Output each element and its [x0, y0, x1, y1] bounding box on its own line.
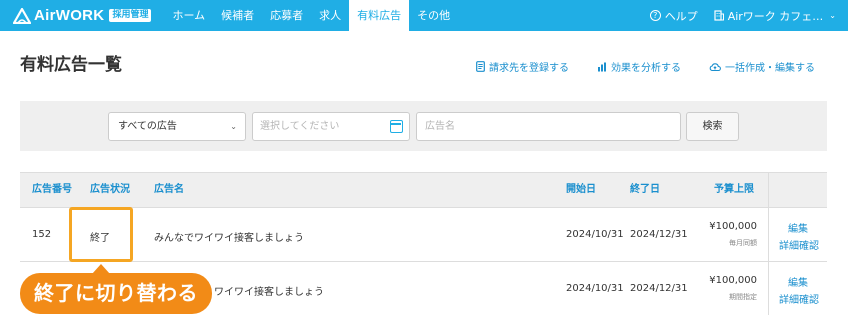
- ad-start-date: 2024/10/31: [566, 283, 624, 294]
- column-divider: [768, 173, 769, 207]
- ad-type-select-value: すべての広告: [118, 121, 177, 132]
- page-actions: 請求先を登録する 効果を分析する 一括作成・編集する: [448, 59, 815, 74]
- account-menu[interactable]: Airワーク カフェ… ⌄: [714, 8, 836, 24]
- table-header: 広告番号 広告状況 広告名 開始日 終了日 予算上限: [20, 172, 827, 207]
- nav-item-home[interactable]: ホーム: [164, 0, 213, 31]
- nav-item-candidates[interactable]: 候補者: [213, 0, 262, 31]
- ad-budget-type: 期間指定: [729, 293, 757, 301]
- analyze-effect-link[interactable]: 効果を分析する: [597, 59, 681, 74]
- header-right: ? ヘルプ Airワーク カフェ… ⌄: [649, 0, 848, 31]
- status-change-callout: 終了に切り替わる: [20, 273, 212, 314]
- top-navigation-bar: AirWORK 採用管理 ホーム 候補者 応募者 求人 有料広告 その他 ? ヘ…: [0, 0, 848, 31]
- ad-name-input[interactable]: 広告名: [416, 112, 681, 141]
- ad-name: みんなでワイワイ接客しましょう: [154, 233, 304, 244]
- detail-link[interactable]: 詳細確認: [779, 291, 819, 306]
- ad-type-select[interactable]: すべての広告 ⌄: [108, 112, 246, 141]
- ad-number: 152: [32, 229, 52, 240]
- nav-item-paid-ads[interactable]: 有料広告: [349, 0, 410, 31]
- question-circle-icon: ?: [649, 10, 661, 21]
- logo-text: AirWORK: [34, 7, 105, 24]
- ad-budget: ¥100,000: [709, 221, 757, 232]
- column-header-status[interactable]: 広告状況: [90, 173, 130, 207]
- bulk-create-edit-label: 一括作成・編集する: [725, 63, 815, 74]
- edit-link[interactable]: 編集: [788, 274, 808, 289]
- building-icon: [714, 10, 724, 21]
- ad-name-placeholder: 広告名: [425, 121, 455, 132]
- ad-name: ワイワイ接客しましょう: [214, 287, 324, 298]
- search-filter-panel: すべての広告 ⌄ 選択してください 広告名 検索: [20, 101, 827, 151]
- chevron-down-icon: ⌄: [230, 122, 237, 131]
- status-highlight-box: [69, 207, 133, 262]
- column-header-budget[interactable]: 予算上限: [714, 173, 754, 207]
- column-header-name[interactable]: 広告名: [154, 173, 184, 207]
- bar-chart-icon: [598, 62, 606, 71]
- register-billing-label: 請求先を登録する: [489, 63, 569, 74]
- ad-budget: ¥100,000: [709, 275, 757, 286]
- document-icon: [476, 61, 485, 72]
- search-button[interactable]: 検索: [686, 112, 739, 141]
- chevron-down-icon: ⌄: [829, 11, 836, 20]
- nav-item-applicants[interactable]: 応募者: [262, 0, 311, 31]
- detail-link[interactable]: 詳細確認: [779, 237, 819, 252]
- logo-badge: 採用管理: [109, 9, 152, 22]
- main-nav: ホーム 候補者 応募者 求人 有料広告 その他: [164, 0, 458, 31]
- calendar-icon[interactable]: [390, 120, 403, 133]
- help-label: ヘルプ: [664, 9, 698, 23]
- account-name: Airワーク カフェ…: [727, 9, 824, 23]
- ad-end-date: 2024/12/31: [630, 229, 688, 240]
- column-header-end[interactable]: 終了日: [630, 173, 660, 207]
- column-header-start[interactable]: 開始日: [566, 173, 596, 207]
- help-link[interactable]: ? ヘルプ: [649, 8, 698, 24]
- nav-item-jobs[interactable]: 求人: [311, 0, 349, 31]
- column-header-number[interactable]: 広告番号: [32, 173, 72, 207]
- date-picker-field[interactable]: 選択してください: [252, 112, 410, 141]
- airwork-logo-icon: [13, 7, 31, 24]
- register-billing-link[interactable]: 請求先を登録する: [476, 59, 569, 74]
- airwork-logo[interactable]: AirWORK 採用管理: [13, 0, 152, 31]
- ad-budget-type: 毎月同額: [729, 239, 757, 247]
- date-picker-placeholder: 選択してください: [260, 121, 340, 132]
- ad-end-date: 2024/12/31: [630, 283, 688, 294]
- cloud-upload-icon: [709, 62, 721, 71]
- nav-item-other[interactable]: その他: [409, 0, 458, 31]
- table-row: 152 終了 みんなでワイワイ接客しましょう 2024/10/31 2024/1…: [20, 207, 827, 261]
- analyze-effect-label: 効果を分析する: [611, 63, 681, 74]
- column-divider: [768, 262, 769, 315]
- page-title: 有料広告一覧: [20, 55, 122, 75]
- column-divider: [768, 208, 769, 261]
- edit-link[interactable]: 編集: [788, 220, 808, 235]
- bulk-create-edit-link[interactable]: 一括作成・編集する: [709, 59, 815, 74]
- ad-start-date: 2024/10/31: [566, 229, 624, 240]
